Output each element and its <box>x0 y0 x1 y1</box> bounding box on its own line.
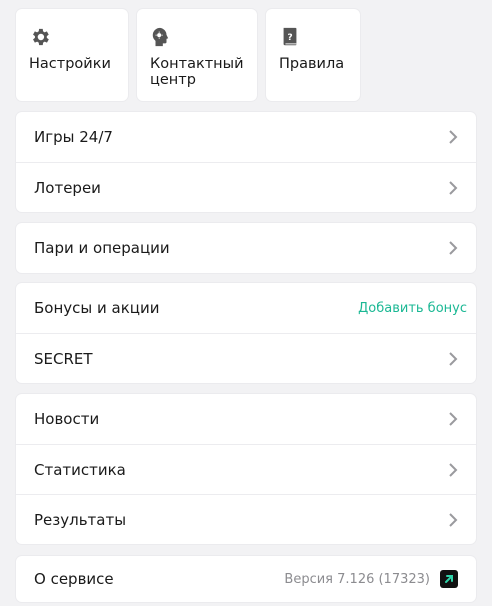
about-meta: Версия 7.126 (17323) <box>284 570 458 588</box>
external-link-icon[interactable] <box>440 570 458 588</box>
app-version: Версия 7.126 (17323) <box>284 571 430 587</box>
tile-settings[interactable]: Настройки <box>16 9 128 101</box>
menu-item-statistics[interactable]: Статистика <box>16 444 476 494</box>
chevron-right-icon <box>449 351 458 366</box>
menu-item-label: О сервисе <box>34 570 114 588</box>
gear-icon <box>33 28 49 46</box>
menu-item-label: Лотереи <box>34 178 101 197</box>
chevron-right-icon <box>449 462 458 477</box>
menu-group-about: О сервисе Версия 7.126 (17323) <box>16 556 476 602</box>
chevron-right-icon <box>449 512 458 527</box>
menu-group-games: Игры 24/7 Лотереи <box>16 112 476 212</box>
rules-book-icon: ? <box>283 27 297 46</box>
menu-item-label: Статистика <box>34 460 126 479</box>
menu-item-results[interactable]: Результаты <box>16 494 476 544</box>
support-head-icon <box>152 27 169 47</box>
menu-item-label: Пари и операции <box>34 239 170 257</box>
svg-text:?: ? <box>287 32 292 43</box>
quick-tiles: Настройки Контактный центр ? Правила <box>16 9 360 101</box>
menu-item-label: Игры 24/7 <box>34 128 113 146</box>
chevron-right-icon <box>449 412 458 426</box>
menu-item-games[interactable]: Игры 24/7 <box>16 112 476 162</box>
menu-group-bonuses: Бонусы и акции Добавить бонус SECRET <box>16 283 476 383</box>
tile-contact-center-label: Контактный центр <box>150 56 244 88</box>
chevron-right-icon <box>449 130 458 144</box>
menu-group-bets: Пари и операции <box>16 223 476 273</box>
menu-item-bets-operations[interactable]: Пари и операции <box>16 223 476 273</box>
tile-settings-label: Настройки <box>29 56 111 72</box>
menu-item-label: SECRET <box>34 349 93 368</box>
add-bonus-link[interactable]: Добавить бонус <box>358 301 467 316</box>
tile-rules-label: Правила <box>279 56 345 72</box>
tile-contact-center[interactable]: Контактный центр <box>137 9 257 101</box>
menu-item-secret[interactable]: SECRET <box>16 333 476 383</box>
chevron-right-icon <box>449 180 458 195</box>
tile-rules[interactable]: ? Правила <box>266 9 360 101</box>
chevron-right-icon <box>449 241 458 255</box>
menu-item-about[interactable]: О сервисе Версия 7.126 (17323) <box>16 556 476 602</box>
menu-item-label: Бонусы и акции <box>34 299 160 317</box>
menu-item-label: Результаты <box>34 510 127 529</box>
menu-group-info: Новости Статистика Результаты <box>16 394 476 544</box>
menu-item-label: Новости <box>34 410 100 428</box>
menu-item-lotteries[interactable]: Лотереи <box>16 162 476 212</box>
menu-item-news[interactable]: Новости <box>16 394 476 444</box>
menu-item-bonuses[interactable]: Бонусы и акции Добавить бонус <box>16 283 476 333</box>
